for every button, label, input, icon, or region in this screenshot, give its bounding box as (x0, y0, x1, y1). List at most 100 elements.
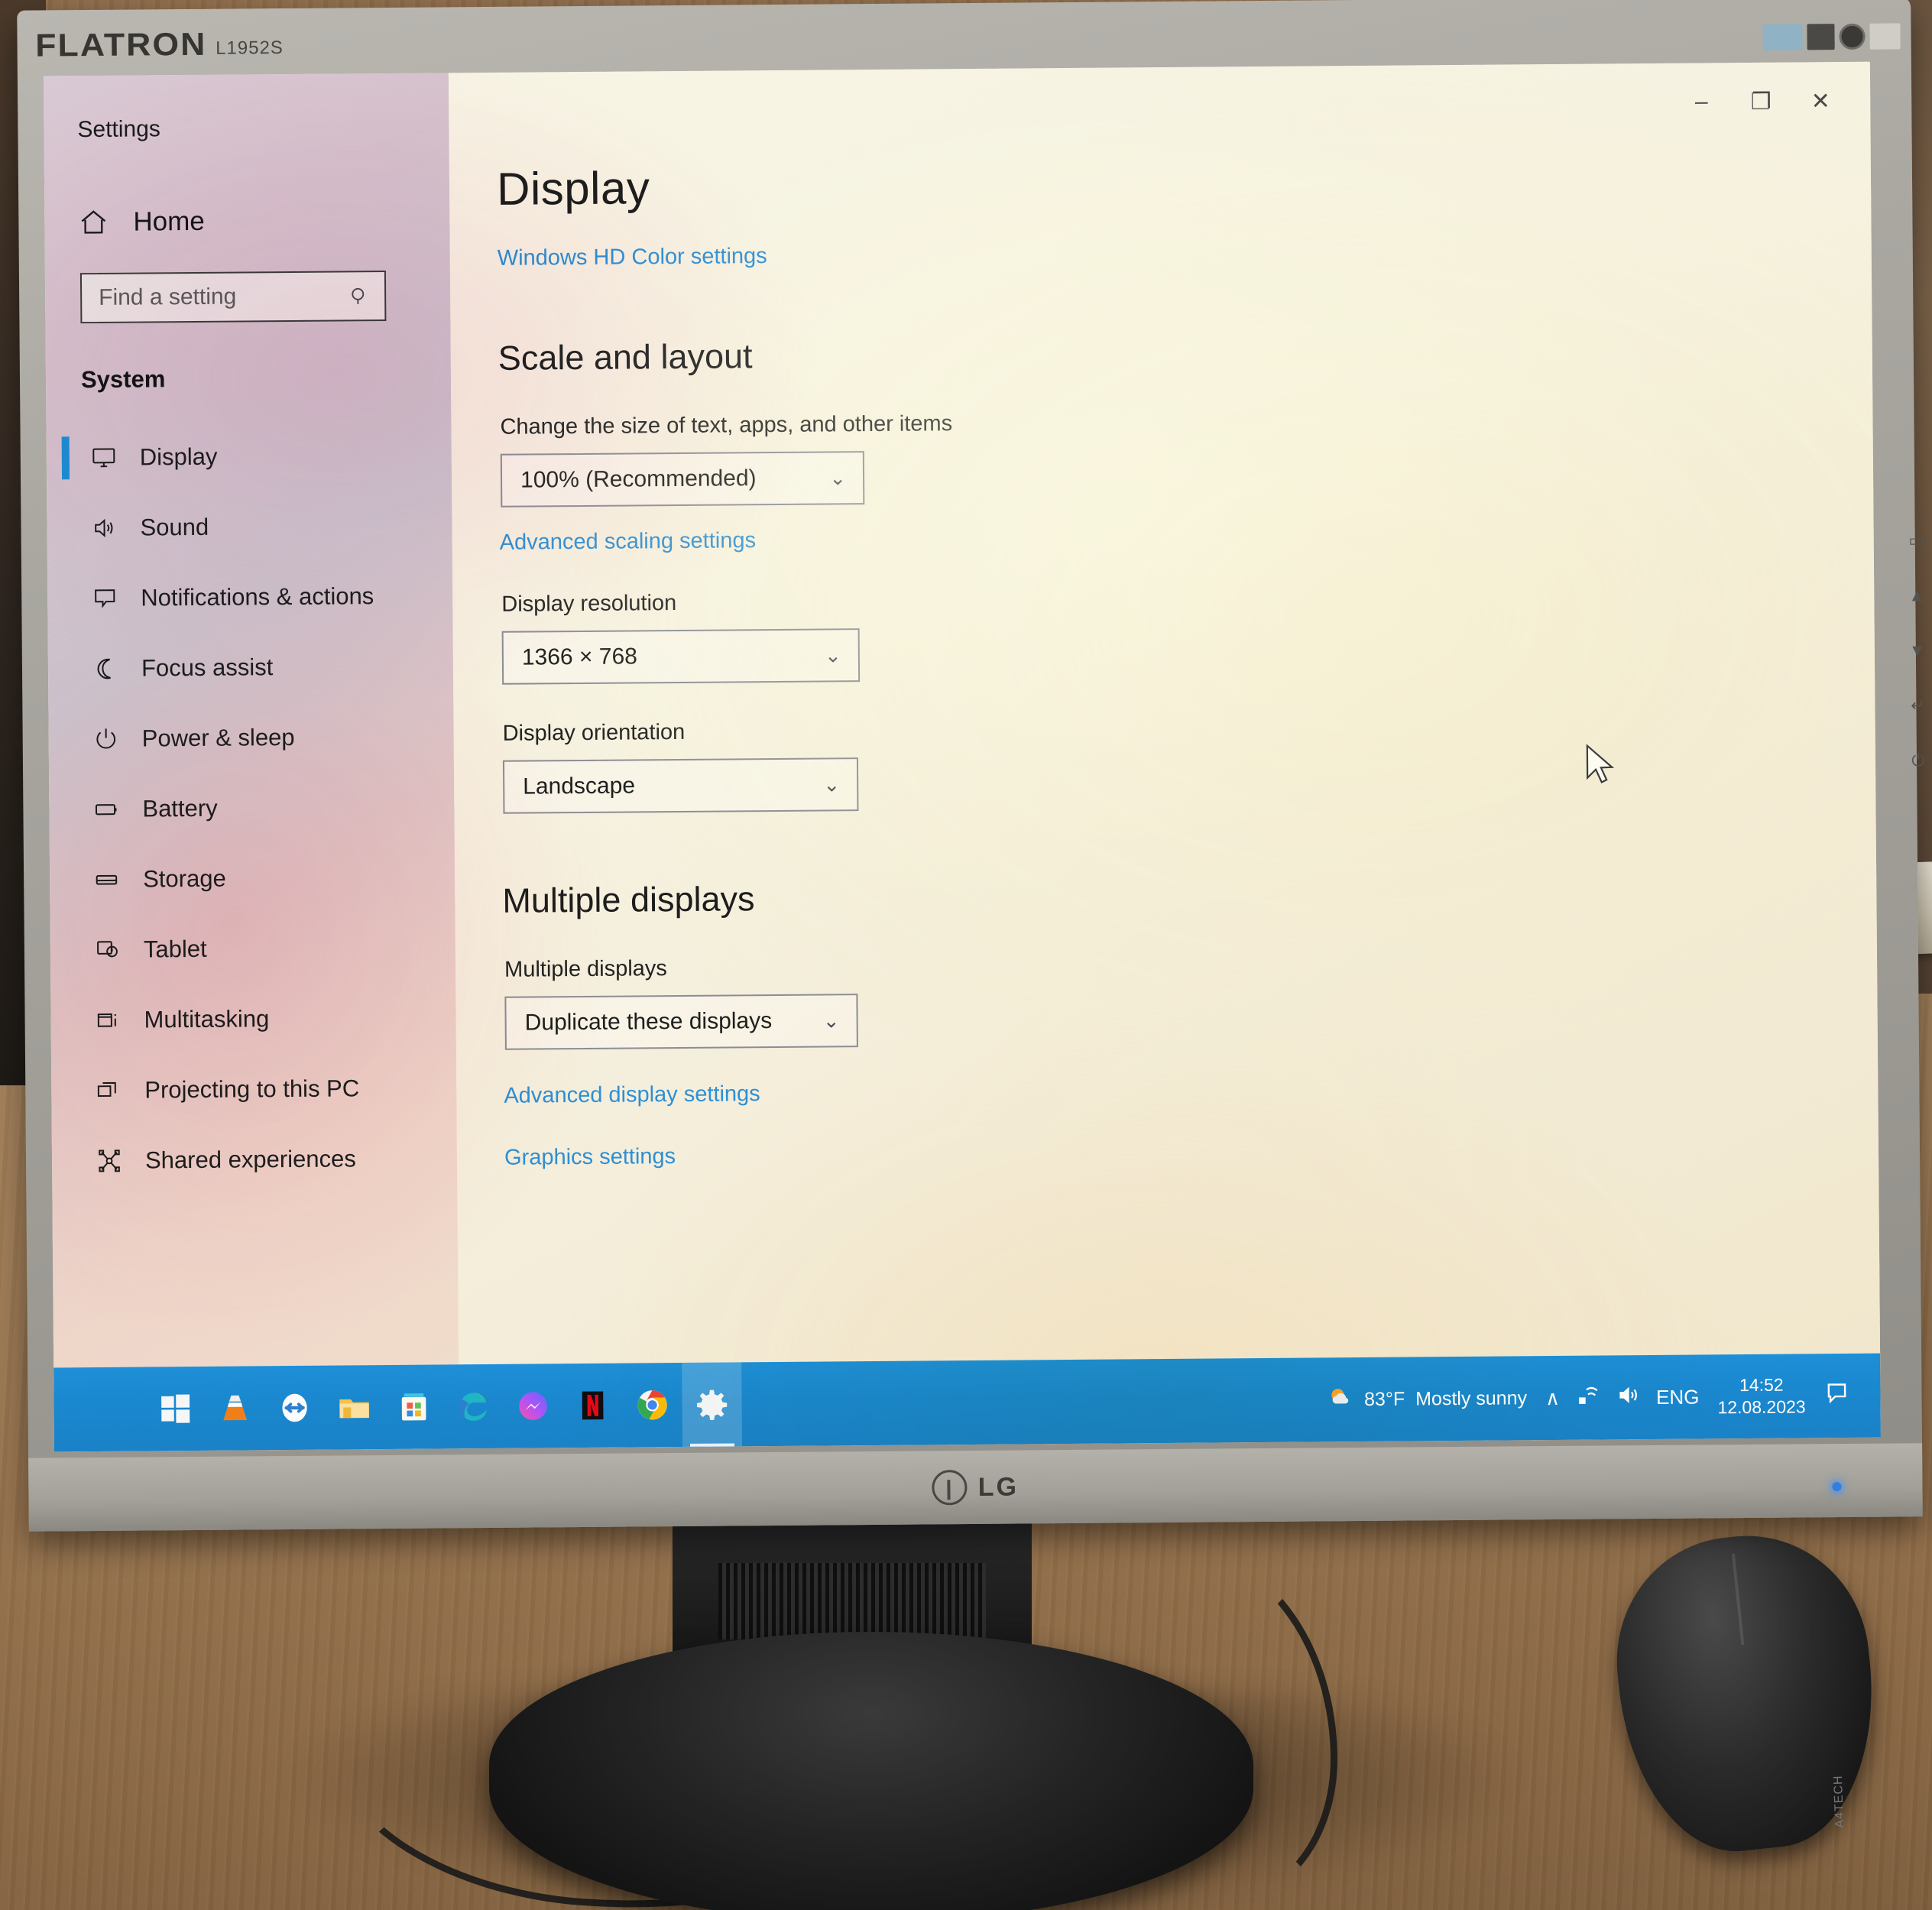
sidebar-item-sound-label: Sound (140, 513, 209, 541)
power-icon (93, 726, 119, 752)
sidebar-item-home[interactable]: Home (78, 204, 449, 238)
close-button[interactable]: ✕ (1791, 79, 1850, 124)
action-center-icon[interactable] (1823, 1380, 1849, 1412)
sidebar-item-display[interactable]: Display (46, 420, 452, 493)
minimize-button[interactable]: – (1671, 79, 1731, 125)
sidebar-item-battery[interactable]: Battery (49, 771, 455, 845)
speaker-icon (91, 515, 117, 541)
battery-icon (93, 796, 119, 822)
search-placeholder: Find a setting (99, 284, 237, 310)
monitor-model: L1952S (216, 37, 284, 59)
sidebar-item-multitasking[interactable]: Multitasking (50, 982, 456, 1056)
lg-logo-mark (932, 1470, 968, 1506)
chrome-button[interactable] (622, 1363, 682, 1448)
page-title: Display (496, 162, 650, 215)
language-indicator[interactable]: ENG (1656, 1385, 1700, 1409)
settings-sidebar: Settings Home Find a setting System Disp… (43, 73, 459, 1368)
notification-icon (92, 585, 118, 611)
volume-icon[interactable] (1616, 1383, 1639, 1412)
settings-button[interactable] (682, 1362, 743, 1447)
resolution-field-label: Display resolution (501, 591, 677, 617)
app-title: Settings (77, 116, 160, 143)
settings-content: – ❐ ✕ Display Windows HD Color settings … (448, 61, 1881, 1365)
monitor-screen: Settings Home Find a setting System Disp… (43, 61, 1881, 1452)
clock-date: 12.08.2023 (1717, 1396, 1806, 1418)
side-icon-enter[interactable]: ↵ (1911, 696, 1925, 715)
monitor-stand-base (489, 1632, 1253, 1910)
search-input[interactable]: Find a setting (79, 270, 387, 324)
projecting-icon (96, 1078, 122, 1104)
share-icon (96, 1148, 122, 1174)
sidebar-item-projecting[interactable]: Projecting to this PC (51, 1052, 457, 1126)
photo-scene: A4TECH FLATRON L1952S ▭ ▲ ▼ ↵ ⏻ Settings… (0, 0, 1932, 1910)
side-icon-down[interactable]: ▼ (1909, 640, 1926, 660)
chevron-down-icon: ⌄ (822, 1008, 840, 1033)
advanced-display-settings-link[interactable]: Advanced display settings (504, 1073, 1878, 1109)
side-icon-1: ▭ (1908, 530, 1925, 550)
sidebar-item-tablet[interactable]: Tablet (50, 912, 456, 985)
resolution-dropdown-value: 1366 × 768 (521, 644, 638, 670)
chevron-down-icon: ⌄ (829, 465, 847, 489)
sidebar-item-multitasking-label: Multitasking (144, 1005, 270, 1033)
messenger-button[interactable] (503, 1364, 563, 1448)
storage-icon (94, 867, 120, 893)
vlc-button[interactable] (205, 1366, 265, 1451)
microsoft-store-button[interactable] (384, 1364, 444, 1449)
tray-icon-group: ∧ ENG (1545, 1383, 1700, 1412)
orientation-dropdown[interactable]: Landscape ⌄ (502, 757, 859, 814)
sidebar-nav: Display Sound Notifications & actions Fo… (46, 420, 457, 1196)
sidebar-item-power-sleep[interactable]: Power & sleep (48, 701, 454, 774)
scale-and-layout-heading: Scale and layout (498, 336, 753, 378)
side-icon-up[interactable]: ▲ (1908, 585, 1925, 605)
windows-hd-color-settings-link[interactable]: Windows HD Color settings (498, 235, 1872, 271)
osd-button-2[interactable] (1807, 24, 1835, 50)
lg-monitor: FLATRON L1952S ▭ ▲ ▼ ↵ ⏻ Settings Home F… (17, 0, 1926, 1532)
osd-button-group[interactable] (1762, 23, 1901, 50)
sidebar-item-sound[interactable]: Sound (47, 490, 452, 563)
tablet-icon (95, 937, 121, 963)
multiple-displays-field-label: Multiple displays (504, 956, 667, 982)
network-icon[interactable] (1577, 1383, 1600, 1412)
window-controls: – ❐ ✕ (1671, 79, 1850, 125)
sidebar-item-shared-experiences[interactable]: Shared experiences (52, 1123, 458, 1196)
sidebar-item-notifications[interactable]: Notifications & actions (47, 560, 453, 634)
computer-mouse: A4TECH (1604, 1523, 1888, 1863)
start-button[interactable] (145, 1367, 206, 1451)
chevron-down-icon: ⌄ (824, 643, 841, 666)
orientation-dropdown-value: Landscape (523, 773, 636, 799)
multiple-displays-dropdown[interactable]: Duplicate these displays ⌄ (504, 994, 858, 1050)
restore-button[interactable]: ❐ (1731, 79, 1791, 125)
weather-temperature: 83°F (1363, 1388, 1405, 1410)
osd-button-1[interactable] (1762, 24, 1803, 50)
opera-button[interactable] (264, 1366, 325, 1451)
edge-button[interactable] (443, 1364, 504, 1449)
sidebar-item-storage[interactable]: Storage (50, 842, 455, 915)
netflix-button[interactable] (562, 1364, 623, 1448)
osd-button-3[interactable] (1869, 23, 1901, 50)
taskbar-clock[interactable]: 14:52 12.08.2023 (1717, 1374, 1806, 1419)
show-hidden-icons-chevron[interactable]: ∧ (1545, 1386, 1560, 1409)
power-led (1832, 1482, 1842, 1492)
advanced-scaling-settings-link[interactable]: Advanced scaling settings (500, 520, 1874, 556)
sidebar-item-projecting-label: Projecting to this PC (144, 1075, 360, 1104)
moon-icon (92, 656, 118, 682)
selection-indicator (61, 436, 70, 480)
graphics-settings-link[interactable]: Graphics settings (504, 1135, 1879, 1171)
vent-grille (718, 1563, 986, 1639)
osd-power-button[interactable] (1839, 23, 1866, 50)
scale-dropdown[interactable]: 100% (Recommended) ⌄ (500, 451, 865, 507)
monitor-side-controls[interactable]: ▭ ▲ ▼ ↵ ⏻ (1901, 530, 1932, 958)
lg-logo-text: LG (977, 1472, 1019, 1502)
sidebar-item-display-label: Display (139, 443, 218, 471)
taskbar-app-icons (53, 1362, 743, 1451)
resolution-dropdown[interactable]: 1366 × 768 ⌄ (501, 628, 861, 685)
sidebar-group-title: System (80, 365, 166, 394)
monitor-brand: FLATRON (35, 25, 207, 63)
scale-dropdown-value: 100% (Recommended) (520, 465, 757, 493)
home-icon (78, 207, 109, 238)
orientation-field-label: Display orientation (502, 719, 686, 746)
weather-widget[interactable]: 83°F Mostly sunny (1326, 1382, 1527, 1416)
side-icon-power[interactable]: ⏻ (1911, 751, 1925, 770)
file-explorer-button[interactable] (324, 1365, 384, 1450)
sidebar-item-focus-assist[interactable]: Focus assist (48, 631, 454, 704)
